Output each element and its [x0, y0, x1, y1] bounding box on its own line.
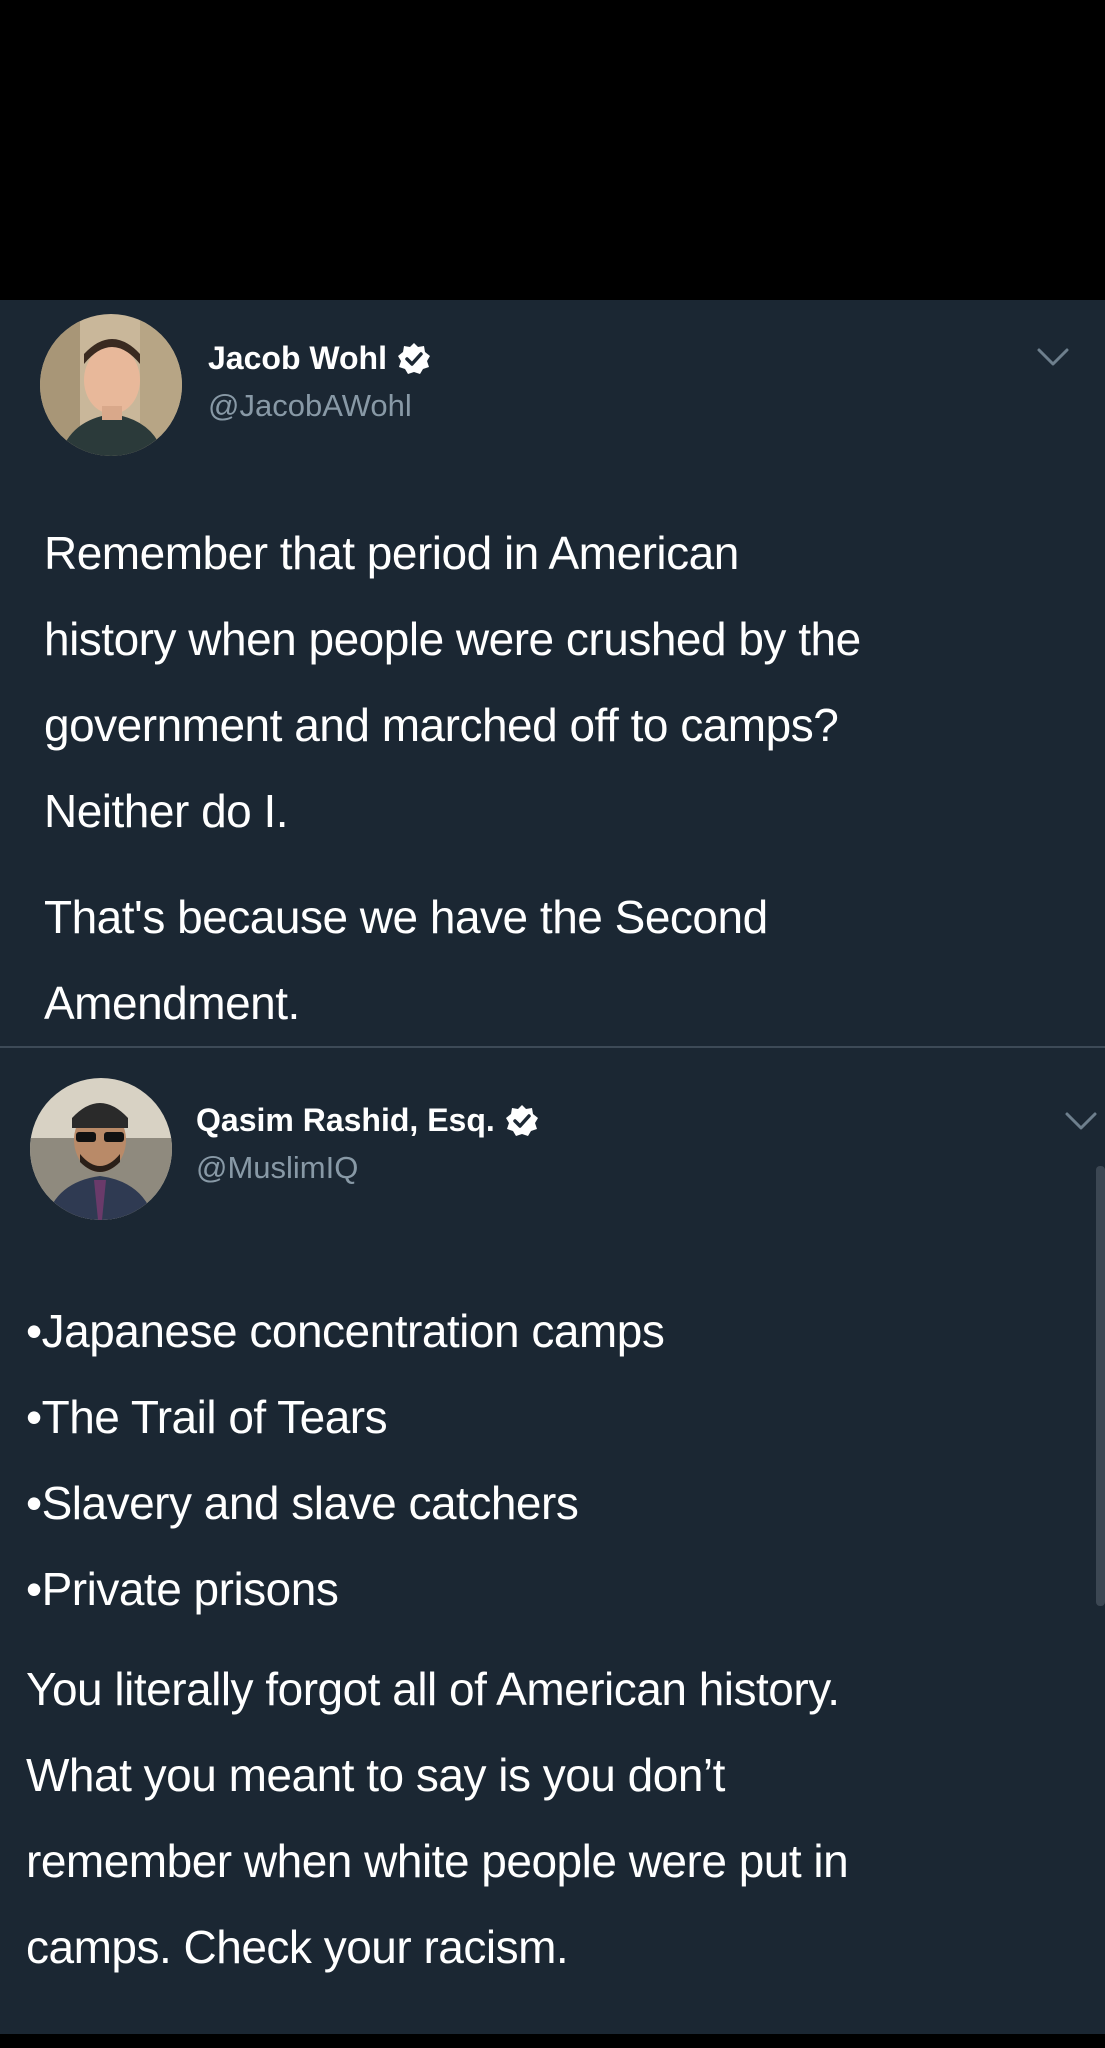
- display-name[interactable]: Jacob Wohl: [208, 340, 387, 377]
- avatar[interactable]: [40, 314, 182, 456]
- tweet-text-line: government and marched off to camps?: [44, 699, 839, 751]
- chevron-down-icon[interactable]: [1064, 1110, 1098, 1132]
- tweet-text-line: What you meant to say is you don’t: [26, 1749, 725, 1801]
- tweet-text-line: Remember that period in American: [44, 527, 739, 579]
- tweet-text-line: remember when white people were put in: [26, 1835, 849, 1887]
- tweet-text-paragraph-2: That's because we have the Second Amendm…: [44, 874, 1084, 1046]
- screen-bottom-band: [0, 2034, 1105, 2048]
- user-handle[interactable]: @MuslimIQ: [196, 1150, 358, 1186]
- avatar-photo-qasim: [30, 1078, 172, 1220]
- tweet-text-line: Neither do I.: [44, 785, 289, 837]
- list-item: •Slavery and slave catchers: [26, 1477, 579, 1529]
- tweet-text-line: Amendment.: [44, 977, 300, 1029]
- list-item: •The Trail of Tears: [26, 1391, 388, 1443]
- scrollbar-thumb[interactable]: [1096, 1166, 1105, 1606]
- tweet-text-line: camps. Check your racism.: [26, 1921, 569, 1973]
- tweet-author[interactable]: Qasim Rashid, Esq.: [196, 1102, 539, 1139]
- verified-badge-icon: [505, 1104, 539, 1138]
- list-item: •Japanese concentration camps: [26, 1305, 665, 1357]
- tweet-author[interactable]: Jacob Wohl: [208, 340, 431, 377]
- avatar-photo-jacob: [40, 314, 182, 456]
- list-item: •Private prisons: [26, 1563, 339, 1615]
- tweet-card[interactable]: Qasim Rashid, Esq. @MuslimIQ •Japanese c…: [0, 1048, 1105, 2034]
- tweet-text-line: history when people were crushed by the: [44, 613, 861, 665]
- verified-badge-icon: [397, 342, 431, 376]
- user-handle[interactable]: @JacobAWohl: [208, 388, 412, 424]
- tweet-text: Remember that period in American history…: [44, 510, 1084, 854]
- tweet-text: You literally forgot all of American his…: [26, 1646, 1086, 1990]
- screen-top-band: [0, 0, 1105, 300]
- avatar[interactable]: [30, 1078, 172, 1220]
- tweet-text-line: That's because we have the Second: [44, 891, 768, 943]
- tweet-text-line: You literally forgot all of American his…: [26, 1663, 840, 1715]
- display-name[interactable]: Qasim Rashid, Esq.: [196, 1102, 495, 1139]
- bullet-list: •Japanese concentration camps •The Trail…: [26, 1288, 1086, 1632]
- tweet-card[interactable]: Jacob Wohl @JacobAWohl Remember that per…: [0, 300, 1105, 1046]
- chevron-down-icon[interactable]: [1036, 346, 1070, 368]
